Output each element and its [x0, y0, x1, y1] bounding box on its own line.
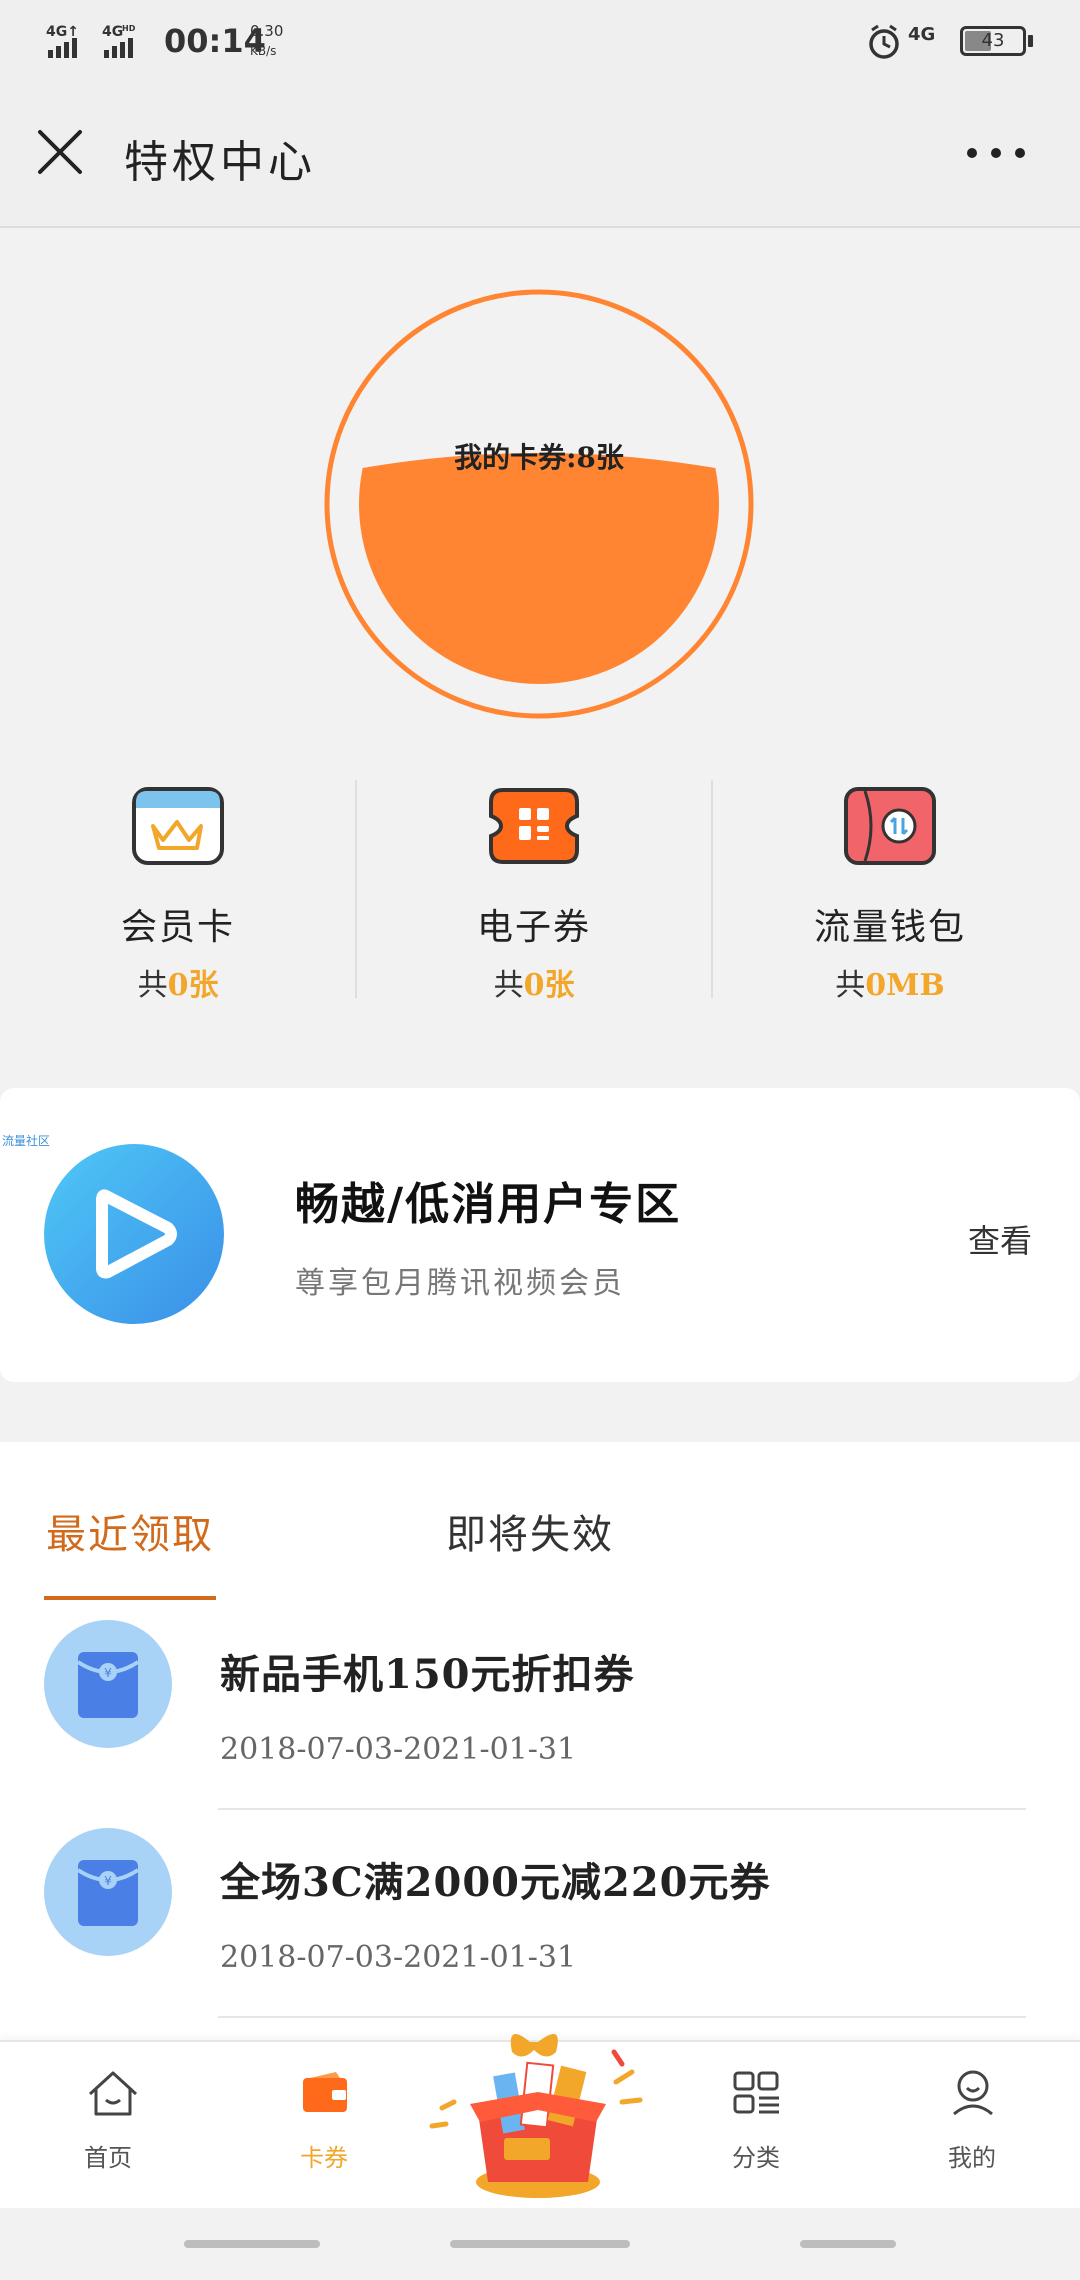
coupon-icon: ¥ [44, 1620, 172, 1748]
coupon-item[interactable]: ¥ 全场3C满2000元减220元券 2018-07-03-2021-01-31 [0, 1828, 1080, 2028]
battery-tip [1028, 35, 1033, 47]
divider [711, 780, 713, 998]
stat-name: 电子券 [476, 907, 591, 948]
svg-text:HD: HD [122, 24, 136, 33]
banner-title: 畅越/低消用户专区 [295, 1179, 682, 1230]
close-icon[interactable] [36, 128, 84, 176]
nav-gift[interactable] [426, 2012, 656, 2208]
gesture-recent[interactable] [800, 2240, 896, 2248]
stat-name: 流量钱包 [813, 907, 966, 948]
status-network: 4G [908, 24, 936, 45]
coupon-summary-gauge[interactable]: 我的卡券:8张 [323, 288, 755, 720]
coupon-date: 2018-07-03-2021-01-31 [220, 1732, 577, 1767]
banner-subtitle: 尊享包月腾讯视频会员 [295, 1266, 625, 1301]
nav-home[interactable]: 首页 [8, 2042, 208, 2210]
coupon-list-section: 最近领取 即将失效 ¥ 新品手机150元折扣券 2018-07-03-2021-… [0, 1442, 1080, 2042]
coupon-icon: ¥ [44, 1828, 172, 1956]
gesture-bar [0, 2208, 1080, 2280]
ticket-icon [489, 788, 579, 864]
coupon-item[interactable]: ¥ 新品手机150元折扣券 2018-07-03-2021-01-31 [0, 1620, 1080, 1820]
title-bar: 特权中心 [0, 80, 1080, 228]
gauge-fill [359, 453, 719, 684]
svg-text:¥: ¥ [104, 1666, 112, 1680]
summary-text: 我的卡券:8张 [454, 441, 624, 474]
status-speed-unit: KB/s [250, 44, 277, 58]
home-icon [88, 2071, 138, 2116]
view-button[interactable]: 查看 [968, 1216, 1032, 1262]
stat-count: 共0MB [835, 968, 945, 1003]
divider [218, 1808, 1026, 1810]
battery-icon: 43 [960, 26, 1026, 56]
svg-text:¥: ¥ [104, 1874, 112, 1888]
page-title: 特权中心 [124, 137, 316, 188]
nav-label: 首页 [84, 2144, 132, 2172]
tab-underline [44, 1596, 216, 1600]
nav-coupons[interactable]: 卡券 [224, 2042, 424, 2210]
nav-category[interactable]: 分类 [656, 2042, 856, 2210]
category-icon [733, 2071, 779, 2114]
stat-count: 共0张 [137, 968, 219, 1003]
profile-icon [953, 2070, 993, 2116]
divider [355, 780, 357, 998]
battery-level: 43 [981, 30, 1005, 51]
tab-expiring[interactable]: 即将失效 [446, 1502, 614, 1560]
stat-data-wallet[interactable]: 流量钱包 共0MB [740, 780, 1040, 1003]
crown-card-icon [132, 787, 224, 865]
status-speed: 0.30 [250, 22, 284, 40]
gauge-svg [324, 289, 754, 719]
status-bar: 4G↑ 4G HD 00:14 0.30 KB/s 4G 43 [0, 0, 1080, 80]
gift-box-icon [429, 2034, 643, 2198]
svg-text:4G: 4G [102, 24, 123, 40]
gesture-back[interactable] [184, 2240, 320, 2248]
nav-profile[interactable]: 我的 [872, 2042, 1072, 2210]
video-play-icon [44, 1144, 224, 1324]
promo-banner[interactable]: 流量社区 畅越/低消用户专区 尊享包月腾讯视频会员 查看 [0, 1088, 1080, 1382]
stat-e-coupon[interactable]: 电子券 共0张 [384, 780, 684, 1003]
more-icon[interactable] [964, 146, 1028, 160]
coupon-title: 全场3C满2000元减220元券 [220, 1859, 771, 1906]
data-wallet-icon [844, 787, 936, 865]
signal-icon: 4G↑ 4G HD [46, 24, 136, 58]
gesture-home[interactable] [450, 2240, 630, 2248]
stat-name: 会员卡 [120, 907, 235, 948]
red-envelope-icon: ¥ [76, 1652, 140, 1718]
coupon-date: 2018-07-03-2021-01-31 [220, 1940, 577, 1975]
tab-recent[interactable]: 最近领取 [46, 1502, 214, 1560]
wallet-icon [303, 2072, 347, 2112]
stat-member-card[interactable]: 会员卡 共0张 [28, 780, 328, 1003]
alarm-icon [869, 24, 899, 59]
svg-text:4G↑: 4G↑ [46, 24, 79, 40]
coupon-title: 新品手机150元折扣券 [220, 1651, 635, 1698]
stat-count: 共0张 [493, 968, 575, 1003]
nav-label: 卡券 [300, 2144, 348, 2172]
bottom-nav: 首页 卡券 分类 我的 [0, 2034, 1080, 2210]
red-envelope-icon: ¥ [76, 1860, 140, 1926]
nav-label: 我的 [948, 2144, 996, 2172]
banner-tag: 流量社区 [2, 1134, 51, 1148]
nav-label: 分类 [732, 2144, 780, 2172]
